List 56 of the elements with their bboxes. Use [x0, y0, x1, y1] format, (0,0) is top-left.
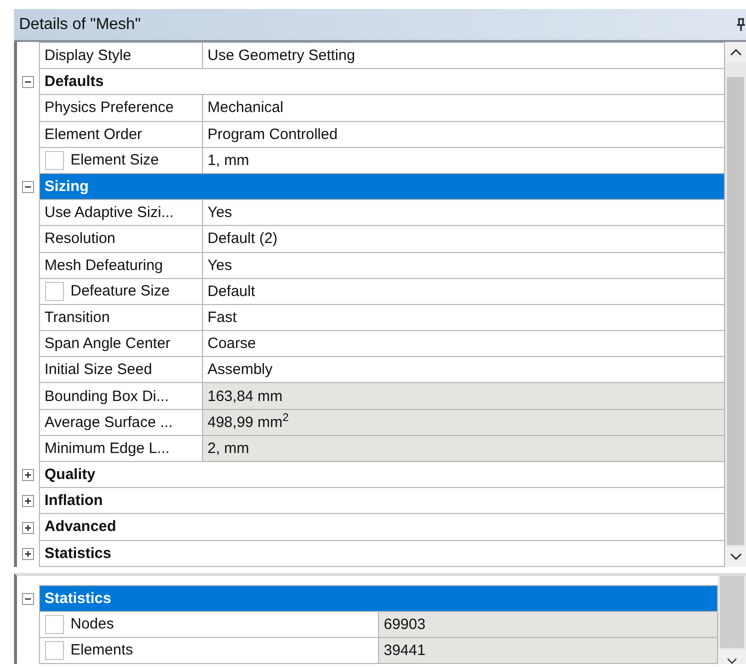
- property-label: Elements: [70, 641, 134, 658]
- property-label: Mesh Defeaturing: [39, 252, 202, 278]
- expand-icon[interactable]: [22, 495, 34, 508]
- collapse-icon[interactable]: [22, 592, 34, 605]
- scroll-up-icon[interactable]: [730, 48, 742, 56]
- property-value[interactable]: Yes: [202, 200, 724, 226]
- group-header[interactable]: Defaults: [39, 68, 724, 95]
- expand-icon[interactable]: [22, 469, 34, 482]
- property-label: Use Adaptive Sizi...: [39, 200, 202, 226]
- property-label: Span Angle Center: [39, 330, 202, 357]
- scroll-down-icon[interactable]: [726, 658, 738, 664]
- property-label: Display Style: [39, 42, 202, 69]
- property-value[interactable]: Coarse: [202, 330, 724, 357]
- checkbox[interactable]: [44, 150, 64, 170]
- scrollbar[interactable]: [718, 576, 746, 664]
- property-label: Nodes: [70, 615, 114, 632]
- property-label: Transition: [39, 304, 202, 331]
- property-label: Defeature Size: [70, 282, 170, 300]
- checkbox[interactable]: [44, 640, 64, 660]
- checkbox[interactable]: [44, 282, 64, 301]
- property-label: Bounding Box Di...: [39, 382, 202, 410]
- property-value: 163,84 mm: [202, 382, 724, 410]
- property-label: Minimum Edge L...: [39, 435, 202, 462]
- group-header[interactable]: Quality: [39, 462, 724, 488]
- property-label: Element Order: [39, 121, 202, 148]
- property-value[interactable]: Yes: [202, 252, 724, 278]
- panel-title: Details of "Mesh": [19, 14, 141, 34]
- expand-icon[interactable]: [22, 522, 34, 534]
- property-value[interactable]: Program Controlled: [202, 121, 724, 148]
- scrollbar[interactable]: [725, 42, 746, 567]
- property-value[interactable]: Default: [202, 278, 724, 304]
- group-header[interactable]: Advanced: [39, 514, 724, 540]
- property-value[interactable]: Fast: [202, 304, 724, 331]
- collapse-icon[interactable]: [22, 181, 34, 194]
- property-value[interactable]: 1, mm: [202, 147, 724, 174]
- property-value[interactable]: Default (2): [202, 226, 724, 252]
- property-label: Physics Preference: [39, 94, 202, 122]
- property-value: 39441: [378, 637, 718, 664]
- property-value: 69903: [378, 611, 718, 638]
- property-value[interactable]: Mechanical: [202, 94, 724, 122]
- scroll-down-icon[interactable]: [730, 553, 742, 560]
- group-header[interactable]: Inflation: [39, 488, 724, 514]
- collapse-icon[interactable]: [22, 76, 34, 88]
- expand-icon[interactable]: [22, 548, 34, 560]
- property-value[interactable]: Use Geometry Setting: [202, 42, 724, 69]
- property-label: Average Surface ...: [39, 409, 202, 436]
- group-header[interactable]: Statistics: [39, 585, 718, 612]
- checkbox[interactable]: [44, 614, 64, 634]
- group-header[interactable]: Sizing: [39, 173, 724, 200]
- property-label: Initial Size Seed: [39, 356, 202, 383]
- property-value: 498,99 mm$^{2}$: [202, 409, 724, 436]
- group-header[interactable]: Statistics: [39, 540, 724, 566]
- pin-icon[interactable]: [736, 18, 746, 32]
- property-label: Element Size: [70, 151, 159, 168]
- property-value: 2, mm: [202, 435, 724, 462]
- property-label: Resolution: [39, 226, 202, 252]
